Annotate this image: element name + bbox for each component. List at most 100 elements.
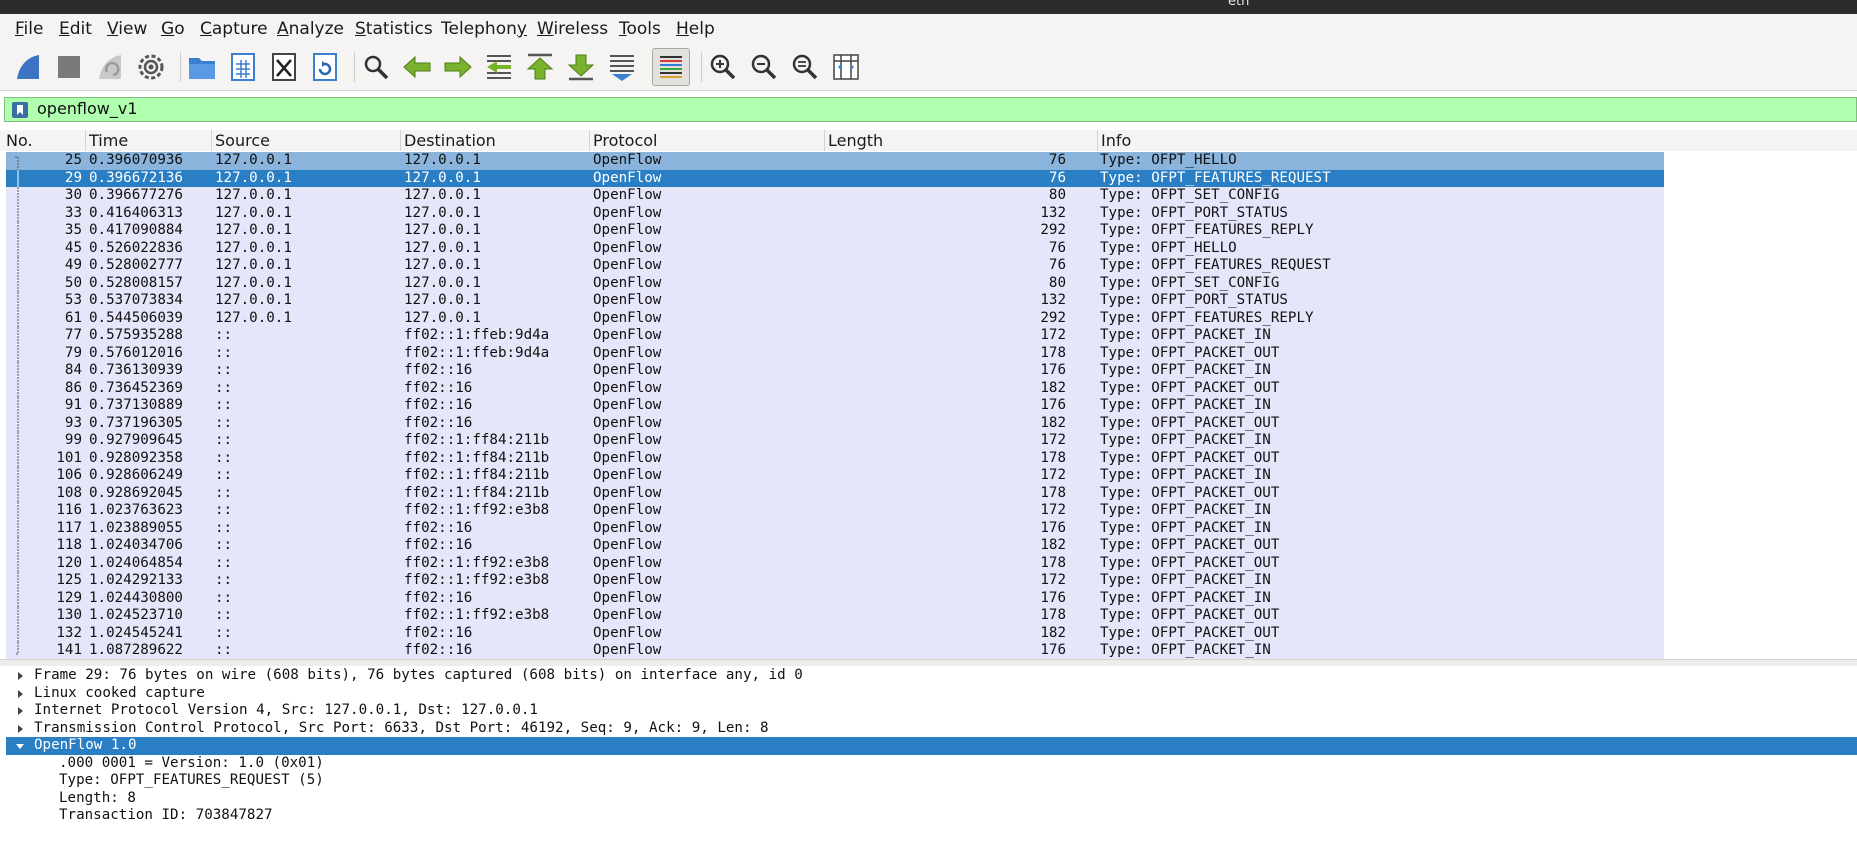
detail-field[interactable]: Transaction ID: 703847827 — [6, 807, 1857, 825]
packet-source: :: — [215, 607, 233, 623]
packet-row[interactable]: 116 1.023763623:: ff02::1:ff92:e3b8 OpenFlo… — [6, 502, 1664, 520]
packet-row[interactable]: 118 1.024034706:: ff02::16 OpenFlow 182 Type:… — [6, 537, 1664, 555]
menu-capture[interactable]: Capture — [200, 19, 268, 39]
close-file-icon[interactable] — [267, 50, 301, 84]
packet-row[interactable]: 117 1.023889055:: ff02::16 OpenFlow 176 Type:… — [6, 519, 1664, 537]
packet-row[interactable]: 53 0.537073834 127.0.0.1 127.0.0.1 OpenFlow 1… — [6, 292, 1664, 310]
packet-details-tree[interactable]: Frame 29: 76 bytes on wire (608 bits), 7… — [0, 666, 1857, 853]
packet-length: 172 — [1040, 432, 1066, 448]
detail-tree-item[interactable]: OpenFlow 1.0 — [6, 737, 1857, 755]
packet-row[interactable]: 61 0.544506039 127.0.0.1 127.0.0.1 OpenFlow 2… — [6, 309, 1664, 327]
column-header-length[interactable]: Length — [824, 130, 1097, 151]
capture-options-icon[interactable] — [134, 50, 168, 84]
menu-statistics[interactable]: Statistics — [355, 19, 433, 39]
packet-row[interactable]: 79 0.576012016:: ff02::1:ffeb:9d4a OpenFlow… — [6, 344, 1664, 362]
packet-info: Type: OFPT_PACKET_IN — [1100, 432, 1271, 448]
packet-row[interactable]: 86 0.736452369:: ff02::16 OpenFlow 182 Type: … — [6, 379, 1664, 397]
packet-destination: ff02::16 — [404, 589, 473, 606]
go-to-packet-icon[interactable] — [482, 50, 516, 84]
menu-edit[interactable]: Edit — [59, 19, 92, 39]
packet-row[interactable]: 132 1.024545241:: ff02::16 OpenFlow 182 Type:… — [6, 624, 1664, 642]
packet-row[interactable]: 35 0.417090884 127.0.0.1 127.0.0.1 OpenFlow 2… — [6, 222, 1664, 240]
expand-arrow-right-icon[interactable] — [14, 702, 26, 720]
reload-file-icon[interactable] — [308, 50, 342, 84]
packet-row[interactable]: 25 0.396070936 127.0.0.1 127.0.0.1 OpenFlow 7… — [6, 152, 1664, 170]
packet-row[interactable]: 30 0.396677276 127.0.0.1 127.0.0.1 OpenFlow 8… — [6, 187, 1664, 205]
packet-row[interactable]: 77 0.575935288:: ff02::1:ffeb:9d4a OpenFlow… — [6, 327, 1664, 345]
menu-view[interactable]: View — [107, 19, 147, 39]
detail-field[interactable]: Type: OFPT_FEATURES_REQUEST (5) — [6, 772, 1857, 790]
menu-help[interactable]: Help — [676, 19, 715, 39]
autoscroll-icon[interactable] — [605, 50, 639, 84]
save-file-icon[interactable] — [226, 50, 260, 84]
go-forward-icon[interactable] — [441, 50, 475, 84]
packet-time: 0.396070936 — [89, 152, 183, 168]
packet-row[interactable]: 106 0.928606249:: ff02::1:ff84:211b OpenFlo… — [6, 467, 1664, 485]
detail-tree-item[interactable]: Internet Protocol Version 4, Src: 127.0.… — [6, 702, 1857, 720]
packet-length: 132 — [1040, 292, 1066, 308]
packet-row[interactable]: 141 1.087289622:: ff02::16 OpenFlow 176 Type:… — [6, 642, 1664, 659]
packet-length: 178 — [1040, 607, 1066, 623]
detail-field[interactable]: Length: 8 — [6, 790, 1857, 808]
column-header-time[interactable]: Time — [85, 130, 211, 151]
packet-list[interactable]: 25 0.396070936 127.0.0.1 127.0.0.1 OpenFlow 7… — [0, 151, 1857, 659]
expand-arrow-right-icon[interactable] — [14, 720, 26, 738]
start-capture-icon[interactable] — [11, 50, 45, 84]
packet-source: :: — [215, 379, 233, 396]
packet-source: 127.0.0.1 — [215, 292, 292, 308]
zoom-in-icon[interactable] — [706, 50, 740, 84]
column-header-source[interactable]: Source — [211, 130, 400, 151]
packet-row[interactable]: 29 0.396672136 127.0.0.1 127.0.0.1 OpenFlow 7… — [6, 169, 1664, 187]
menu-go[interactable]: Go — [161, 19, 185, 39]
packet-row[interactable]: 99 0.927909645:: ff02::1:ff84:211b OpenFlow… — [6, 432, 1664, 450]
packet-length: 182 — [1040, 379, 1066, 396]
first-packet-icon[interactable] — [523, 50, 557, 84]
normal-size-icon[interactable] — [788, 50, 822, 84]
packet-row[interactable]: 93 0.737196305:: ff02::16 OpenFlow 182 Type: … — [6, 414, 1664, 432]
packet-row[interactable]: 125 1.024292133:: ff02::1:ff92:e3b8 OpenFlo… — [6, 572, 1664, 590]
column-header-info[interactable]: Info — [1097, 130, 1857, 151]
menu-tools[interactable]: Tools — [619, 19, 661, 39]
packet-row[interactable]: 101 0.928092358:: ff02::1:ff84:211b OpenFlo… — [6, 449, 1664, 467]
packet-row[interactable]: 108 0.928692045:: ff02::1:ff84:211b OpenFlo… — [6, 484, 1664, 502]
menu-analyze[interactable]: Analyze — [277, 19, 344, 39]
resize-columns-icon[interactable] — [829, 50, 863, 84]
bookmark-icon[interactable] — [11, 101, 29, 119]
packet-row[interactable]: 129 1.024430800:: ff02::16 OpenFlow 176 Type:… — [6, 589, 1664, 607]
detail-tree-item[interactable]: Frame 29: 76 bytes on wire (608 bits), 7… — [6, 667, 1857, 685]
zoom-out-icon[interactable] — [747, 50, 781, 84]
column-header-no[interactable]: No. — [3, 130, 85, 151]
packet-row[interactable]: 45 0.526022836 127.0.0.1 127.0.0.1 OpenFlow 7… — [6, 239, 1664, 257]
restart-capture-icon[interactable] — [93, 50, 127, 84]
column-header-protocol[interactable]: Protocol — [589, 130, 824, 151]
detail-tree-item[interactable]: Linux cooked capture — [6, 685, 1857, 703]
detail-field[interactable]: .000 0001 = Version: 1.0 (0x01) — [6, 755, 1857, 773]
packet-row[interactable]: 130 1.024523710:: ff02::1:ff92:e3b8 OpenFlo… — [6, 607, 1664, 625]
packet-length: 178 — [1040, 554, 1066, 571]
packet-row[interactable]: 91 0.737130889:: ff02::16 OpenFlow 176 Type: … — [6, 397, 1664, 415]
colorize-icon[interactable] — [652, 48, 690, 86]
detail-tree-item[interactable]: Transmission Control Protocol, Src Port:… — [6, 720, 1857, 738]
find-packet-icon[interactable] — [359, 50, 393, 84]
packet-row[interactable]: 120 1.024064854:: ff02::1:ff92:e3b8 OpenFlo… — [6, 554, 1664, 572]
display-filter-input[interactable]: openflow_v1 — [37, 99, 138, 118]
stop-capture-icon[interactable] — [52, 50, 86, 84]
packet-no: 50 — [64, 274, 82, 291]
packet-row[interactable]: 84 0.736130939:: ff02::16 OpenFlow 176 Type: … — [6, 362, 1664, 380]
go-back-icon[interactable] — [400, 50, 434, 84]
packet-length: 178 — [1040, 484, 1066, 501]
expand-arrow-down-icon[interactable] — [14, 737, 26, 755]
packet-row[interactable]: 49 0.528002777 127.0.0.1 127.0.0.1 OpenFlow 7… — [6, 257, 1664, 275]
last-packet-icon[interactable] — [564, 50, 598, 84]
expand-arrow-right-icon[interactable] — [14, 667, 26, 685]
menu-wireless[interactable]: Wireless — [537, 19, 608, 39]
packet-row[interactable]: 50 0.528008157 127.0.0.1 127.0.0.1 OpenFlow 8… — [6, 274, 1664, 292]
menu-telephony[interactable]: Telephony — [441, 19, 527, 39]
expand-arrow-right-icon[interactable] — [14, 685, 26, 703]
display-filter-bar[interactable]: openflow_v1 — [4, 97, 1857, 122]
packet-row[interactable]: 33 0.416406313 127.0.0.1 127.0.0.1 OpenFlow 1… — [6, 204, 1664, 222]
column-header-destination[interactable]: Destination — [400, 130, 589, 151]
menu-file[interactable]: File — [15, 19, 43, 39]
packet-no: 132 — [56, 624, 82, 641]
open-file-icon[interactable] — [185, 50, 219, 84]
